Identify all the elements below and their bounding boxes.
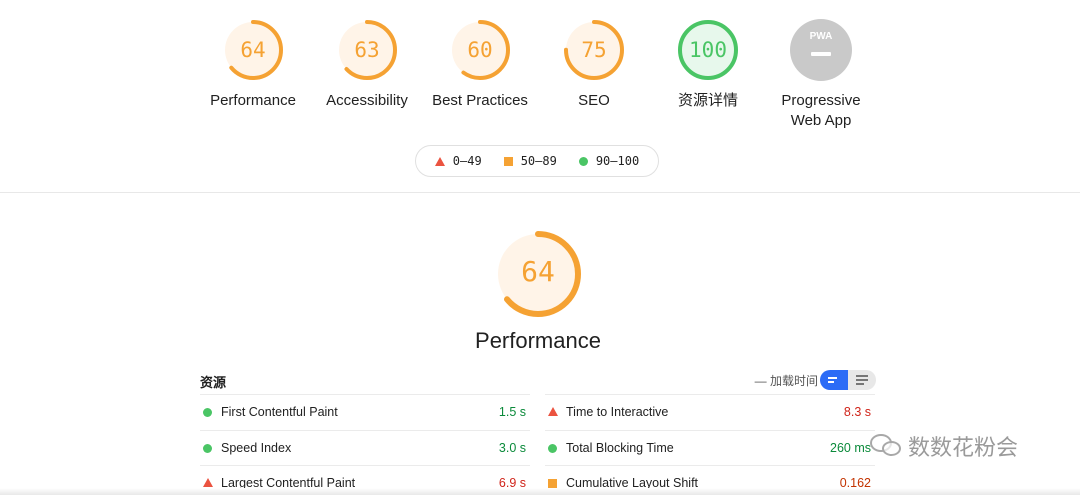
gauge-label: Progressive Web App: [781, 92, 861, 129]
metrics-left-column: First Contentful Paint 1.5 s Speed Index…: [200, 394, 530, 495]
square-icon: [548, 479, 557, 488]
triangle-icon: [203, 478, 213, 487]
legend-text: 90–100: [595, 154, 640, 168]
metric-time-to-interactive[interactable]: Time to Interactive 8.3 s: [545, 394, 875, 430]
metric-name: Time to Interactive: [566, 405, 669, 419]
metrics-header: 资源 — 加载时间: [200, 370, 876, 394]
list-view-icon: [828, 377, 840, 383]
gauge-ring: 63: [335, 18, 399, 82]
legend-text: 50–89: [520, 154, 557, 168]
metric-speed-index[interactable]: Speed Index 3.0 s: [200, 429, 530, 466]
metrics-right-column: Time to Interactive 8.3 s Total Blocking…: [545, 394, 875, 495]
gauge-label: Accessibility: [326, 92, 408, 109]
detail-view-button[interactable]: [848, 370, 876, 390]
list-view-button[interactable]: [820, 370, 848, 390]
pwa-icon: PWA: [789, 18, 853, 82]
detail-view-icon: [856, 375, 868, 385]
gauge-score: 100: [689, 38, 727, 62]
legend-pass: 90–100: [578, 154, 640, 168]
gauge-performance[interactable]: 64 Performance: [193, 18, 313, 111]
metric-value: 8.3 s: [843, 405, 871, 419]
gauge-best-practices[interactable]: 60 Best Practices: [420, 18, 540, 111]
wechat-icon: [870, 432, 904, 460]
metrics-view-toggle[interactable]: — 加载时间: [755, 368, 876, 392]
gauge-ring: 100: [676, 18, 740, 82]
section-divider: [0, 192, 1080, 193]
gauge-ring: 64: [221, 18, 285, 82]
metric-total-blocking-time[interactable]: Total Blocking Time 260 ms: [545, 429, 875, 466]
metric-first-contentful-paint[interactable]: First Contentful Paint 1.5 s: [200, 394, 530, 430]
gauge-score: 64: [240, 38, 266, 62]
metrics-title: 资源: [200, 375, 227, 390]
triangle-icon: [548, 407, 558, 416]
gauge-label: 资源详情: [677, 92, 738, 109]
gauge-ring: 60: [448, 18, 512, 82]
metric-value: 1.5 s: [498, 405, 526, 419]
pwa-dash: [811, 52, 831, 56]
gauge-label: Performance: [210, 92, 296, 109]
metric-name: Total Blocking Time: [566, 440, 674, 455]
toggle-label: — 加载时间: [754, 373, 818, 388]
bottom-edge: [0, 488, 1080, 495]
gauge-score: 75: [581, 38, 607, 62]
gauge-label: Best Practices: [432, 92, 528, 109]
watermark-text: 数数花粉会: [908, 435, 1019, 460]
gauge-resource-details[interactable]: 100 资源详情: [648, 18, 768, 111]
main-gauge-score: 64: [521, 255, 555, 288]
triangle-icon: [434, 156, 445, 166]
gauge-accessibility[interactable]: 63 Accessibility: [307, 18, 427, 111]
legend-average: 50–89: [503, 154, 557, 168]
gauge-score: 63: [354, 38, 380, 62]
metric-name: First Contentful Paint: [221, 405, 338, 419]
circle-icon: [578, 156, 588, 166]
pwa-badge: PWA: [789, 18, 853, 82]
main-category-title: Performance: [475, 328, 601, 353]
circle-icon: [203, 443, 212, 453]
gauge-ring: 75: [562, 18, 626, 82]
watermark: 数数花粉会: [870, 430, 1018, 462]
gauge-label: SEO: [578, 92, 610, 109]
gauge-seo[interactable]: 75 SEO: [534, 18, 654, 111]
metric-value: 260 ms: [830, 440, 871, 455]
metric-name: Speed Index: [221, 440, 292, 455]
circle-icon: [203, 408, 212, 417]
gauge-score: 60: [467, 38, 493, 62]
legend-text: 0–49: [452, 154, 482, 168]
main-performance-gauge: 64: [493, 229, 583, 319]
square-icon: [503, 156, 513, 166]
metric-value: 3.0 s: [498, 440, 526, 455]
circle-icon: [548, 443, 557, 453]
legend-fail: 0–49: [434, 154, 482, 168]
score-legend: 0–49 50–89 90–100: [415, 145, 659, 177]
pwa-badge-text: PWA: [809, 31, 833, 42]
gauge-pwa[interactable]: PWA Progressive Web App: [761, 18, 881, 131]
